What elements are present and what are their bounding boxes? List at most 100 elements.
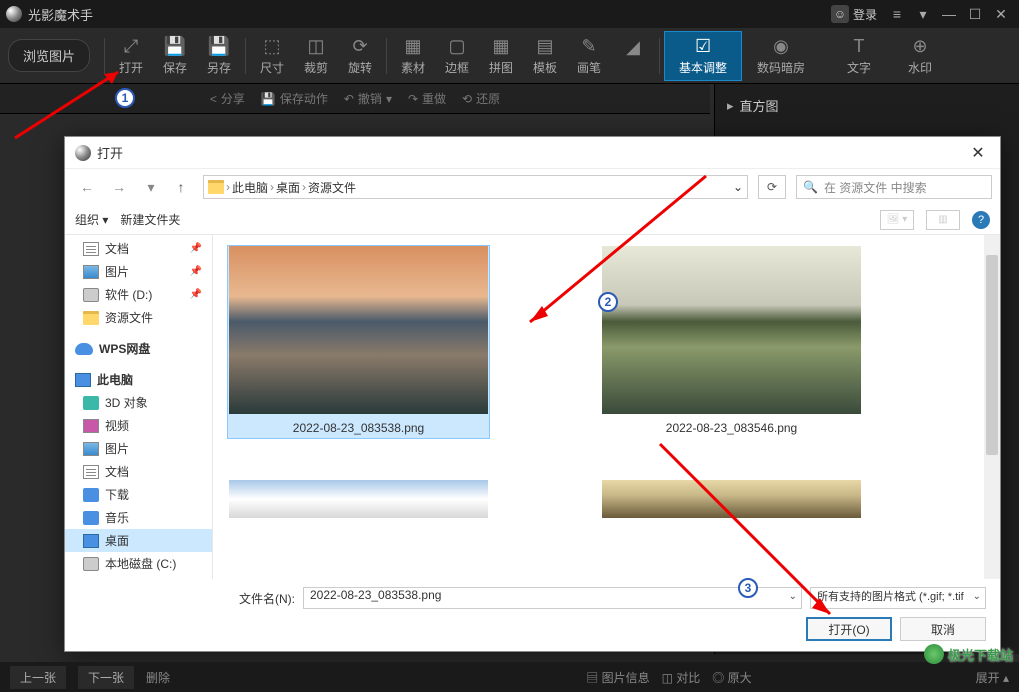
cloud-icon [75, 343, 93, 355]
sidebar-item-drive-c[interactable]: 本地磁盘 (C:) [65, 552, 212, 575]
close-button[interactable]: ✕ [989, 4, 1013, 24]
nav-up-button[interactable]: ↑ [169, 175, 193, 199]
toolbar-watermark[interactable]: ⊕水印 [898, 31, 942, 81]
toolbar-basic-adjust[interactable]: ☑基本调整 [664, 31, 742, 81]
sidebar-item-video[interactable]: 视频 [65, 414, 212, 437]
sidebar-item-pictures[interactable]: 图片📌 [65, 260, 212, 283]
file-thumbnail[interactable] [600, 479, 863, 519]
toolbar-open[interactable]: ⤢打开 [109, 31, 153, 81]
adjust-icon: ☑ [695, 36, 711, 57]
file-thumbnail[interactable]: 2022-08-23_083546.png [600, 245, 863, 439]
view-mode-button[interactable]: 🖼 ▾ [880, 210, 914, 230]
toolbar-darkroom[interactable]: ◉数码暗房 [742, 31, 820, 81]
scrollbar[interactable] [984, 235, 1000, 579]
toolbar-more[interactable]: ◢ [611, 31, 655, 81]
thumbnail-image [602, 480, 861, 518]
toolbar-template[interactable]: ▤模板 [523, 31, 567, 81]
undo-button[interactable]: ↶撤销▾ [344, 90, 392, 107]
file-thumbnail[interactable]: 2022-08-23_083538.png [227, 245, 490, 439]
toolbar-collage[interactable]: ▦拼图 [479, 31, 523, 81]
cancel-button[interactable]: 取消 [900, 617, 986, 641]
text-icon: T [854, 36, 865, 57]
toolbar-material[interactable]: ▦素材 [391, 31, 435, 81]
app-icon [6, 6, 22, 22]
organize-button[interactable]: 组织 ▾ [75, 211, 108, 228]
search-input[interactable]: 🔍 在 资源文件 中搜索 [796, 175, 992, 199]
sidebar-item-documents2[interactable]: 文档 [65, 460, 212, 483]
collage-icon: ▦ [493, 36, 510, 57]
save-action-button[interactable]: 💾保存动作 [261, 90, 328, 107]
sidebar-item-music[interactable]: 音乐 [65, 506, 212, 529]
prev-image-button[interactable]: 上一张 [10, 666, 66, 689]
breadcrumb-item[interactable]: 资源文件 [308, 179, 356, 196]
image-info-button[interactable]: ▤ 图片信息 [586, 669, 649, 686]
breadcrumb-dropdown-icon[interactable]: ⌄ [733, 180, 743, 194]
sidebar-item-wps[interactable]: WPS网盘 [65, 337, 212, 360]
histogram-header[interactable]: ▸ 直方图 [723, 92, 1011, 119]
scrollbar-thumb[interactable] [986, 255, 998, 455]
download-icon [83, 488, 99, 502]
dropdown-button[interactable]: ▾ [911, 4, 935, 24]
music-icon [83, 511, 99, 525]
next-image-button[interactable]: 下一张 [78, 666, 134, 689]
desktop-icon [83, 534, 99, 548]
toolbar-size[interactable]: ⬚尺寸 [250, 31, 294, 81]
restore-icon: ⟲ [462, 92, 472, 106]
refresh-button[interactable]: ⟳ [758, 175, 786, 199]
dropdown-icon[interactable]: ⌄ [973, 591, 981, 602]
share-button[interactable]: <分享 [210, 90, 245, 107]
breadcrumb[interactable]: › 此电脑 › 桌面 › 资源文件 ⌄ [203, 175, 748, 199]
border-icon: ▢ [449, 36, 466, 57]
open-button[interactable]: 打开(O) [806, 617, 892, 641]
preview-pane-button[interactable]: ▥ [926, 210, 960, 230]
file-area[interactable]: 2022-08-23_083538.png 2022-08-23_083546.… [213, 235, 1000, 579]
delete-button[interactable]: 删除 [146, 669, 170, 686]
toolbar-saveas[interactable]: 💾另存 [197, 31, 241, 81]
more-icon: ◢ [626, 37, 640, 58]
new-folder-button[interactable]: 新建文件夹 [120, 211, 180, 228]
dialog-footer: 文件名(N): 2022-08-23_083538.png⌄ 所有支持的图片格式… [65, 579, 1000, 651]
sidebar-item-3d[interactable]: 3D 对象 [65, 391, 212, 414]
main-toolbar: 浏览图片 ⤢打开 💾保存 💾另存 ⬚尺寸 ◫裁剪 ⟳旋转 ▦素材 ▢边框 ▦拼图… [0, 28, 1019, 84]
browse-button[interactable]: 浏览图片 [8, 39, 90, 72]
login-button[interactable]: ☺ 登录 [831, 5, 877, 23]
minimize-button[interactable]: — [937, 4, 961, 24]
toolbar-rotate[interactable]: ⟳旋转 [338, 31, 382, 81]
dropdown-icon[interactable]: ⌄ [789, 591, 797, 602]
breadcrumb-item[interactable]: 桌面 [276, 179, 300, 196]
thumbnail-image [229, 246, 488, 414]
sidebar-item-pictures2[interactable]: 图片 [65, 437, 212, 460]
maximize-button[interactable]: ☐ [963, 4, 987, 24]
toolbar-brush[interactable]: ✎画笔 [567, 31, 611, 81]
sidebar-item-documents[interactable]: 文档📌 [65, 237, 212, 260]
breadcrumb-item[interactable]: 此电脑 [232, 179, 268, 196]
sidebar-item-thispc[interactable]: 此电脑 [65, 368, 212, 391]
watermark: 极光下载站 [924, 644, 1013, 664]
compare-button[interactable]: ◫ 对比 [662, 669, 701, 686]
help-button[interactable]: ? [972, 211, 990, 229]
sidebar-item-downloads[interactable]: 下载 [65, 483, 212, 506]
disk-icon [83, 557, 99, 571]
camera-icon: ◉ [773, 36, 789, 57]
expand-button[interactable]: 展开 ▴ [976, 669, 1009, 686]
toolbar-crop[interactable]: ◫裁剪 [294, 31, 338, 81]
nav-back-button[interactable]: ← [73, 175, 101, 199]
folder-icon [208, 180, 224, 194]
toolbar-border[interactable]: ▢边框 [435, 31, 479, 81]
toolbar-text[interactable]: T文字 [820, 31, 898, 81]
dialog-close-button[interactable]: ✕ [966, 143, 990, 163]
nav-forward-button[interactable]: → [105, 175, 133, 199]
nav-recent-button[interactable]: ▾ [137, 175, 165, 199]
original-size-button[interactable]: ◎ 原大 [712, 669, 751, 686]
sidebar-item-resources[interactable]: 资源文件 [65, 306, 212, 329]
file-thumbnail[interactable] [227, 479, 490, 519]
filetype-select[interactable]: 所有支持的图片格式 (*.gif; *.tif⌄ [810, 587, 986, 609]
redo-button[interactable]: ↷重做 [408, 90, 446, 107]
pin-icon: 📌 [190, 289, 202, 300]
restore-button[interactable]: ⟲还原 [462, 90, 500, 107]
sidebar-item-drive-d[interactable]: 软件 (D:)📌 [65, 283, 212, 306]
toolbar-save[interactable]: 💾保存 [153, 31, 197, 81]
sidebar-item-desktop[interactable]: 桌面 [65, 529, 212, 552]
menu-button[interactable]: ≡ [885, 4, 909, 24]
filename-input[interactable]: 2022-08-23_083538.png⌄ [303, 587, 802, 609]
